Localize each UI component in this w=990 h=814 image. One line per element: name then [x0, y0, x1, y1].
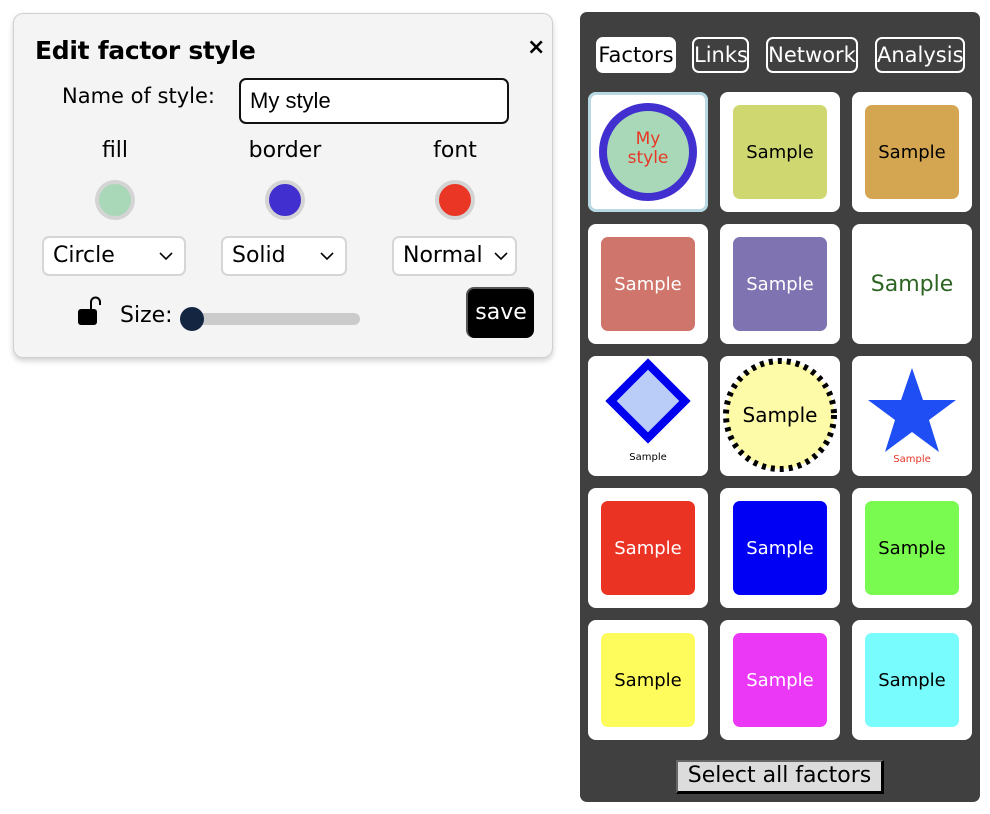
- border-style-select-value: Solid: [232, 243, 286, 268]
- shape-select-value: Circle: [53, 243, 115, 268]
- factor-style-tile[interactable]: Sample: [720, 620, 840, 740]
- edit-factor-style-dialog: Edit factor style × Name of style: fill …: [13, 13, 553, 358]
- font-column: font: [380, 136, 530, 220]
- tile-label: Sample: [614, 537, 682, 559]
- factor-style-tile[interactable]: Sample: [852, 92, 972, 212]
- factor-style-tile[interactable]: Sample: [588, 356, 708, 476]
- shape-select[interactable]: Circle: [42, 236, 186, 276]
- fill-label: fill: [101, 138, 129, 163]
- tile-label: My style: [627, 129, 669, 168]
- border-label: border: [248, 138, 322, 163]
- tile-shape: Sample: [733, 237, 827, 331]
- font-color-swatch[interactable]: [435, 180, 475, 220]
- tile-shape: Sample: [865, 501, 959, 595]
- factor-style-tile[interactable]: Sample: [852, 356, 972, 476]
- factor-style-tile[interactable]: Sample: [588, 620, 708, 740]
- style-name-input[interactable]: [239, 78, 509, 124]
- tile-label: Sample: [893, 454, 931, 465]
- size-slider-thumb[interactable]: [180, 307, 204, 331]
- font-style-select-value: Normal: [403, 243, 483, 268]
- factor-style-tile[interactable]: Sample: [720, 224, 840, 344]
- factor-style-tile[interactable]: Sample: [720, 488, 840, 608]
- tile-label: Sample: [746, 537, 814, 559]
- tile-label: Sample: [742, 403, 818, 427]
- chevron-down-icon: [493, 238, 509, 287]
- tab-links[interactable]: Links: [692, 37, 749, 73]
- size-label: Size:: [120, 303, 173, 328]
- tab-network[interactable]: Network: [766, 37, 858, 73]
- border-style-select[interactable]: Solid: [221, 236, 347, 276]
- tile-shape: Sample: [733, 105, 827, 199]
- save-button[interactable]: save: [466, 287, 534, 338]
- select-all-factors-button[interactable]: Select all factors: [676, 760, 884, 794]
- dialog-title: Edit factor style: [35, 36, 256, 65]
- chevron-down-icon: [158, 238, 174, 287]
- tile-label: Sample: [614, 669, 682, 691]
- tile-label: Sample: [870, 271, 954, 297]
- fill-color-swatch[interactable]: [95, 180, 135, 220]
- tile-shape: Sample: [865, 237, 959, 331]
- tile-label: Sample: [746, 273, 814, 295]
- tile-label: Sample: [614, 273, 682, 295]
- font-label: font: [433, 138, 477, 163]
- tile-label: Sample: [746, 669, 814, 691]
- font-style-select[interactable]: Normal: [392, 236, 517, 276]
- chevron-down-icon: [319, 238, 335, 287]
- tile-shape: Sample: [601, 237, 695, 331]
- factor-style-tile[interactable]: Sample: [588, 488, 708, 608]
- tile-shape: Sample: [733, 501, 827, 595]
- close-icon[interactable]: ×: [527, 36, 545, 60]
- unlock-icon[interactable]: [77, 294, 101, 326]
- factor-style-tile[interactable]: Sample: [852, 488, 972, 608]
- factor-style-tile[interactable]: Sample: [720, 92, 840, 212]
- border-color-swatch[interactable]: [265, 180, 305, 220]
- factor-style-tile[interactable]: Sample: [588, 224, 708, 344]
- tile-shape: Sample: [865, 105, 959, 199]
- tile-label: Sample: [878, 537, 946, 559]
- factor-style-tile[interactable]: Sample: [852, 224, 972, 344]
- tab-factors[interactable]: Factors: [596, 37, 676, 73]
- tile-shape: Sample: [733, 633, 827, 727]
- tile-shape: Sample: [601, 501, 695, 595]
- tile-label: Sample: [878, 141, 946, 163]
- border-column: border: [210, 136, 360, 220]
- tile-shape: Sample: [601, 633, 695, 727]
- factor-style-tile[interactable]: Sample: [720, 356, 840, 476]
- factor-style-tile[interactable]: Sample: [852, 620, 972, 740]
- tile-label: Sample: [878, 669, 946, 691]
- style-name-label: Name of style:: [62, 84, 215, 108]
- tile-shape: Sample: [865, 633, 959, 727]
- size-slider[interactable]: [180, 307, 360, 331]
- tile-label: Sample: [629, 452, 667, 463]
- styles-panel: Factors Links Network Analysis My style Sa…: [580, 12, 980, 802]
- factor-style-tile[interactable]: My style: [588, 92, 708, 212]
- fill-column: fill: [40, 136, 190, 220]
- tile-label: Sample: [746, 141, 814, 163]
- tab-analysis[interactable]: Analysis: [875, 37, 965, 73]
